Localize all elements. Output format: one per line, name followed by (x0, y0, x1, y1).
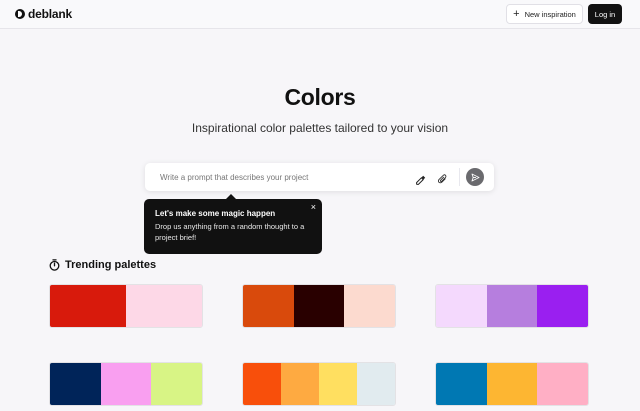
palette-swatch[interactable] (293, 285, 345, 327)
logo-mark-icon (15, 9, 25, 19)
palette-swatch[interactable] (319, 363, 357, 405)
palette-swatch[interactable] (357, 363, 395, 405)
palette-swatch[interactable] (100, 363, 152, 405)
palette-swatch[interactable] (486, 285, 538, 327)
prompt-divider (459, 168, 460, 186)
new-inspiration-button[interactable]: + New inspiration (506, 4, 583, 24)
tooltip-body: Drop us anything from a random thought t… (155, 222, 305, 242)
send-button[interactable] (466, 168, 484, 186)
prompt-input[interactable] (160, 163, 400, 191)
palette-card[interactable] (49, 284, 203, 328)
palette-card[interactable] (435, 284, 589, 328)
palette-swatch[interactable] (537, 285, 588, 327)
new-inspiration-label: New inspiration (524, 9, 576, 19)
palette-swatch[interactable] (436, 363, 487, 405)
attach-icon[interactable] (438, 172, 448, 190)
eyedropper-icon[interactable] (416, 172, 426, 190)
palette-swatch[interactable] (50, 363, 101, 405)
trending-header: Trending palettes (49, 258, 156, 272)
palette-swatch[interactable] (436, 285, 487, 327)
logo-text: deblank (28, 7, 72, 21)
palette-swatch[interactable] (50, 285, 126, 327)
send-icon (471, 173, 479, 181)
onboarding-tooltip: Let's make some magic happen Drop us any… (144, 194, 322, 254)
top-bar: deblank + New inspiration Log in (0, 0, 640, 29)
page-subtitle: Inspirational color palettes tailored to… (191, 121, 449, 135)
plus-icon: + (513, 7, 520, 20)
palette-swatch[interactable] (344, 285, 395, 327)
close-icon[interactable]: × (311, 203, 316, 212)
palette-card[interactable] (49, 362, 203, 406)
palette-swatch[interactable] (126, 285, 202, 327)
palette-card[interactable] (242, 362, 396, 406)
login-button[interactable]: Log in (588, 4, 622, 24)
palette-swatch[interactable] (243, 285, 294, 327)
palette-swatch[interactable] (281, 363, 319, 405)
trending-title: Trending palettes (65, 259, 157, 271)
palette-swatch[interactable] (243, 363, 281, 405)
palette-card[interactable] (242, 284, 396, 328)
palette-card[interactable] (435, 362, 589, 406)
page-title: Colors (284, 84, 356, 110)
palette-swatch[interactable] (486, 363, 538, 405)
logo[interactable]: deblank (15, 7, 72, 21)
palette-swatch[interactable] (151, 363, 202, 405)
timer-icon (49, 259, 60, 271)
palette-swatch[interactable] (537, 363, 588, 405)
tooltip-title: Let's make some magic happen (155, 209, 276, 218)
